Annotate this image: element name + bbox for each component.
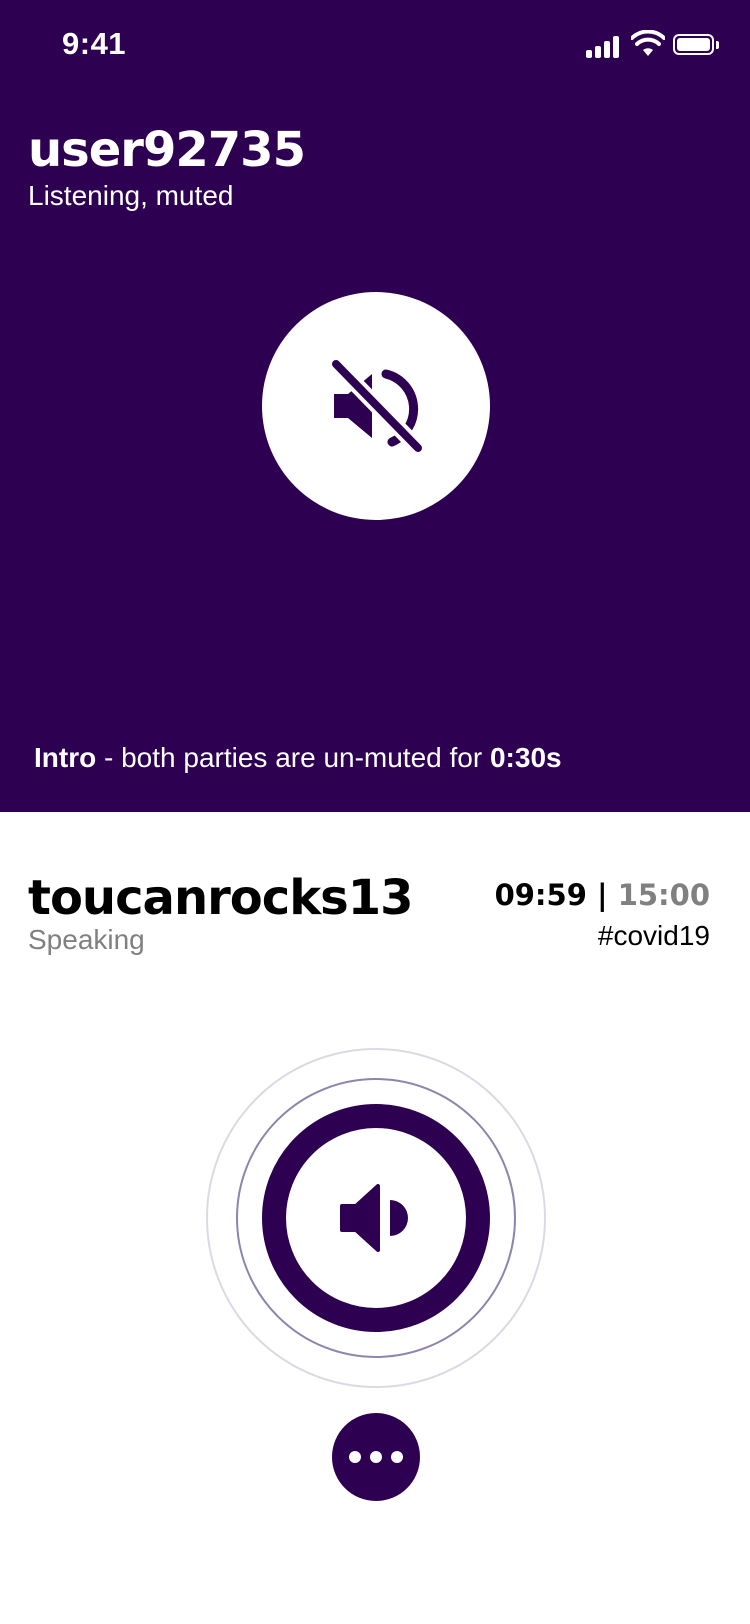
topic-tag: #covid19 <box>597 920 710 951</box>
peer-panel: toucanrocks13 Speaking 09:59 | 15:00 #co… <box>0 812 750 1624</box>
self-panel: 9:41 user92735 Listening, muted Intro - … <box>0 0 750 812</box>
wifi-icon <box>631 30 665 56</box>
timer-separator: | <box>586 878 618 912</box>
intro-label: Intro <box>34 742 97 773</box>
peer-status: Speaking <box>28 924 145 955</box>
timer-total: 15:00 <box>617 878 710 912</box>
speaker-icon <box>340 1184 408 1252</box>
intro-text: - both parties are un-muted for <box>96 742 490 773</box>
call-timer: 09:59 | 15:00 <box>495 878 710 912</box>
more-options-button[interactable] <box>332 1413 420 1501</box>
intro-banner: Intro - both parties are un-muted for 0:… <box>34 742 562 774</box>
battery-icon <box>673 34 719 55</box>
status-time: 9:41 <box>62 26 127 61</box>
cellular-signal-icon <box>586 34 622 58</box>
self-status: Listening, muted <box>28 180 234 211</box>
self-username: user92735 <box>28 122 306 178</box>
timer-elapsed: 09:59 <box>494 878 587 912</box>
peer-speaker-button[interactable] <box>262 1104 490 1332</box>
more-dots-icon <box>349 1451 361 1463</box>
intro-duration: 0:30s <box>489 742 562 773</box>
speaker-muted-icon <box>328 356 426 456</box>
status-bar: 9:41 <box>0 0 750 90</box>
mute-toggle-button[interactable] <box>262 292 490 520</box>
peer-username: toucanrocks13 <box>28 870 413 926</box>
